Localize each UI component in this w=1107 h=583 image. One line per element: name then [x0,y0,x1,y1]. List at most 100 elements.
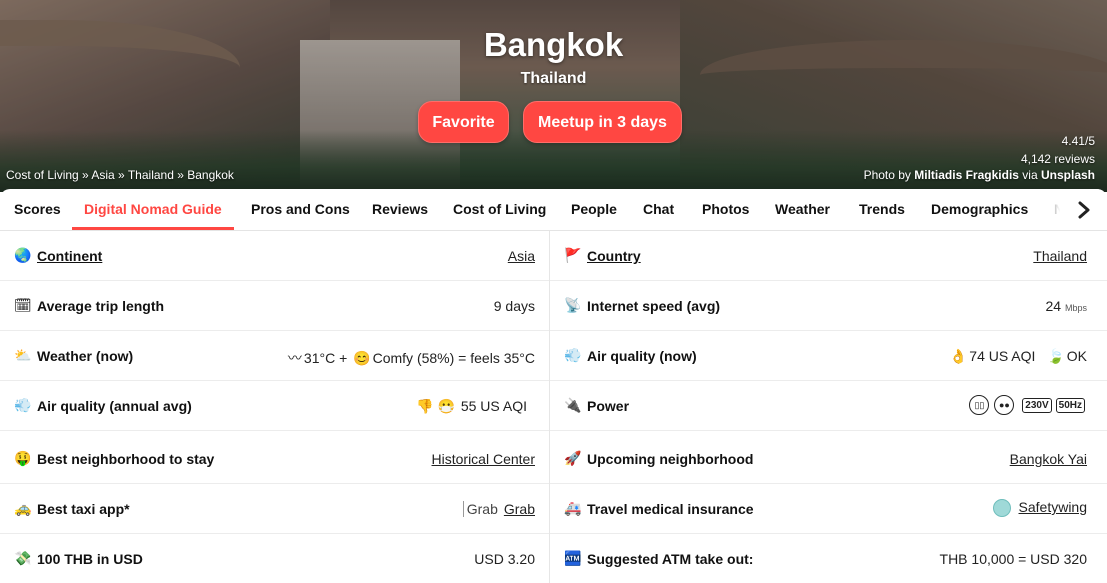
row-continent: 🌏 Continent Asia [0,231,549,281]
photo-credit: Photo by Miltiadis Fragkidis via Unsplas… [864,168,1095,182]
tab-trends[interactable]: Trends [859,189,905,230]
tab-pros-and-cons[interactable]: Pros and Cons [251,189,350,230]
taxi-link[interactable]: Grab [504,501,535,517]
atm-label: Suggested ATM take out: [587,551,754,567]
insurance-link[interactable]: Safetywing [1019,499,1087,515]
weather-label: Weather (now) [37,348,134,364]
breadcrumb[interactable]: Cost of Living » Asia » Thailand » Bangk… [6,168,234,182]
smile-icon: 😊 [353,350,371,366]
plug-icon: 🔌 [564,397,582,413]
tab-weather[interactable]: Weather [775,189,830,230]
rating-block: 4.41/5 4,142 reviews [1021,132,1095,168]
grab-logo-img: Grab [462,501,498,517]
tab-digital-nomad-guide[interactable]: Digital Nomad Guide [72,189,234,230]
weather-comfy: Comfy (58%) = feels 35°C [372,350,535,366]
atm-icon: 🏧 [564,550,582,566]
internet-label: Internet speed (avg) [587,298,721,314]
safetywing-logo-icon [992,499,1011,518]
tab-scores[interactable]: Scores [14,189,61,230]
socket-type-c-icon: ●● [994,395,1015,415]
air-now-label: Air quality (now) [587,348,697,364]
ok-hand-icon: 👌 [949,348,968,364]
tab-photos[interactable]: Photos [702,189,749,230]
neighborhood-label: Best neighborhood to stay [37,451,215,467]
voltage-badge: 230V [1022,397,1052,413]
weather-temp: 31°C [303,350,336,366]
neighborhood-value[interactable]: Historical Center [432,451,535,467]
tab-people[interactable]: People [571,189,617,230]
flag-icon: 🚩 [564,247,582,263]
frequency-badge: 50Hz [1055,397,1085,413]
weather-value: 〰 31°C + 😊 Comfy (58%) = feels 35°C [286,348,535,368]
row-power: 🔌 Power ▯▯ ●● 230V 50Hz [550,381,1107,431]
mask-icon: 😷 [437,398,455,414]
air-now-aqi: 74 US AQI [969,348,1036,364]
city-country: Thailand [520,70,587,87]
tab-cost-of-living[interactable]: Cost of Living [453,189,546,230]
smog-icon: 💨 [564,347,582,363]
row-internet: 📡 Internet speed (avg) 24 Mbps [550,281,1107,331]
thb-usd-value: USD 3.20 [474,551,535,567]
photo-credit-via: via [1018,168,1041,182]
country-value[interactable]: Thailand [1033,248,1087,264]
leaf-icon: 🍃 [1047,348,1065,364]
socket-type-a-icon: ▯▯ [969,395,990,415]
internet-value: 24 Mbps [1046,298,1087,314]
photo-source-link[interactable]: Unsplash [1041,168,1095,182]
row-weather: ⛅ Weather (now) 〰 31°C + 😊 Comfy (58%) = f… [0,331,549,381]
hero-banner: Bangkok Thailand Favorite Meetup in 3 da… [0,0,1107,192]
ambulance-icon: 🚑 [564,500,582,516]
smog-icon: 💨 [14,397,32,413]
power-value: ▯▯ ●● 230V 50Hz [964,395,1085,415]
tab-bar: Scores Digital Nomad Guide Pros and Cons… [0,189,1107,231]
sun-cloud-icon: ⛅ [14,347,32,363]
weather-plus: + [339,350,348,366]
row-neighborhood: 🤑 Best neighborhood to stay Historical C… [0,431,549,484]
row-thb-usd: 💸 100 THB in USD USD 3.20 [0,534,549,583]
insurance-value: Safetywing [992,499,1087,518]
row-taxi: 🚕 Best taxi app* Grab Grab [0,484,549,534]
row-country: 🚩 Country Thailand [550,231,1107,281]
row-trip-length: 🗓 Average trip length 9 days [0,281,549,331]
rating-score: 4.41/5 [1061,134,1095,148]
internet-speed: 24 [1045,298,1062,314]
power-label: Power [587,398,630,414]
internet-unit: Mbps [1064,303,1087,313]
row-insurance: 🚑 Travel medical insurance Safetywing [550,484,1107,534]
trip-length-value: 9 days [493,298,535,314]
row-upcoming: 🚀 Upcoming neighborhood Bangkok Yai [550,431,1107,484]
rocket-icon: 🚀 [564,450,582,466]
taxi-icon: 🚕 [14,500,32,516]
tab-demographics[interactable]: Demographics [931,189,1028,230]
insurance-label: Travel medical insurance [587,501,754,517]
guide-grid: 🌏 Continent Asia 🗓 Average trip length 9… [0,231,1107,583]
rating-reviews[interactable]: 4,142 reviews [1021,150,1095,168]
country-label[interactable]: Country [587,248,641,264]
thumbs-down-icon: 👎 [416,398,434,414]
air-annual-aqi: 55 US AQI [460,398,527,414]
row-air-now: 💨 Air quality (now) 👌 74 US AQI 🍃 OK [550,331,1107,381]
satellite-icon: 📡 [564,297,582,313]
wind-icon: 〰 [287,350,302,366]
air-now-status: OK [1066,348,1087,364]
globe-icon: 🌏 [14,247,32,263]
trip-length-label: Average trip length [37,298,165,314]
air-now-value: 👌 74 US AQI 🍃 OK [948,348,1087,365]
continent-label[interactable]: Continent [37,248,102,264]
money-wings-icon: 💸 [14,550,32,566]
upcoming-value[interactable]: Bangkok Yai [1010,451,1087,467]
air-annual-label: Air quality (annual avg) [37,398,192,414]
money-face-icon: 🤑 [14,450,32,466]
photographer-link[interactable]: Miltiadis Fragkidis [914,168,1019,182]
upcoming-label: Upcoming neighborhood [587,451,754,467]
tab-reviews[interactable]: Reviews [372,189,428,230]
continent-value[interactable]: Asia [508,248,535,264]
air-annual-value: 👎 😷 55 US AQI [414,398,527,415]
meetup-button[interactable]: Meetup in 3 days [523,101,682,143]
chevron-right-icon[interactable] [1060,189,1107,230]
photo-credit-prefix: Photo by [863,168,915,182]
taxi-label: Best taxi app* [37,501,130,517]
taxi-value: Grab Grab [462,501,535,517]
tab-chat[interactable]: Chat [643,189,674,230]
favorite-button[interactable]: Favorite [418,101,509,143]
